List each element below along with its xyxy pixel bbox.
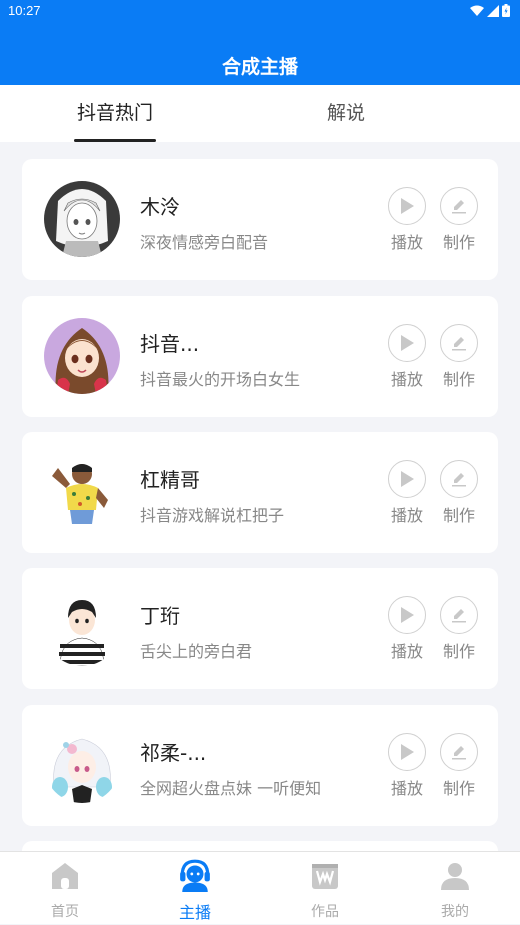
nav-works-label: 作品: [311, 904, 339, 920]
anchor-name: 祁柔-...: [140, 741, 207, 765]
nav-profile[interactable]: 我的: [390, 852, 520, 925]
status-bar: 10:27: [0, 0, 520, 24]
play-label: 播放: [390, 370, 423, 389]
status-icons: [470, 4, 510, 17]
anchor-description: 全网超火盘点妹 一听便知: [140, 779, 322, 798]
play-button[interactable]: 播放: [387, 324, 427, 390]
make-label: 制作: [442, 642, 475, 661]
page-title: 合成主播: [221, 56, 298, 78]
edit-icon: [452, 200, 466, 214]
make-button[interactable]: 制作: [439, 733, 479, 799]
status-time: 10:27: [8, 3, 41, 18]
anchor-list[interactable]: 木泠 深夜情感旁白配音 播放 制作 抖音... 抖音最火的开场白女生 播放 制作…: [0, 142, 520, 851]
edit-icon: [452, 473, 466, 487]
anchor-card[interactable]: 木泠 深夜情感旁白配音 播放 制作: [22, 159, 498, 280]
tab-commentary[interactable]: 解说: [246, 85, 446, 142]
home-icon: [52, 863, 78, 889]
headset-icon: [180, 859, 210, 892]
nav-anchor[interactable]: 主播: [130, 852, 260, 925]
signal-icon: [487, 4, 499, 17]
avatar: [44, 590, 120, 666]
tab-douyin-hot[interactable]: 抖音热门: [15, 85, 215, 142]
bottom-nav: 首页 主播 作品 我的: [0, 851, 520, 924]
avatar: [44, 181, 120, 257]
anchor-card[interactable]: 杠精哥 抖音游戏解说杠把子 播放 制作: [22, 432, 498, 553]
play-icon: [401, 744, 414, 760]
play-label: 播放: [390, 642, 423, 661]
make-button[interactable]: 制作: [439, 324, 479, 390]
avatar: [44, 727, 120, 803]
anchor-card[interactable]: 抖音... 抖音最火的开场白女生 播放 制作: [22, 296, 498, 417]
play-button[interactable]: 播放: [387, 460, 427, 526]
play-icon: [401, 607, 414, 623]
anchor-name: 丁珩: [140, 604, 180, 628]
edit-icon: [452, 746, 466, 760]
play-icon: [401, 335, 414, 351]
play-label: 播放: [390, 506, 423, 525]
nav-home-label: 首页: [51, 904, 79, 920]
play-label: 播放: [390, 779, 423, 798]
tab-bar: 抖音热门 解说: [0, 85, 520, 142]
app-bar: 合成主播: [0, 24, 520, 85]
anchor-name: 抖音...: [140, 332, 200, 356]
anchor-description: 抖音游戏解说杠把子: [140, 506, 285, 525]
avatar: [44, 318, 120, 394]
make-button[interactable]: 制作: [439, 596, 479, 662]
anchor-card[interactable]: 丁珩 舌尖上的旁白君 播放 制作: [22, 568, 498, 689]
play-button[interactable]: 播放: [387, 187, 427, 253]
edit-icon: [452, 609, 466, 623]
make-label: 制作: [442, 506, 475, 525]
anchor-name: 杠精哥: [140, 468, 200, 492]
make-button[interactable]: 制作: [439, 187, 479, 253]
play-icon: [401, 471, 414, 487]
play-button[interactable]: 播放: [387, 733, 427, 799]
avatar: [44, 454, 120, 530]
profile-icon: [441, 863, 469, 890]
nav-home[interactable]: 首页: [0, 852, 130, 925]
make-label: 制作: [442, 779, 475, 798]
play-label: 播放: [390, 233, 423, 252]
nav-works[interactable]: 作品: [260, 852, 390, 925]
anchor-description: 舌尖上的旁白君: [140, 642, 253, 661]
anchor-card[interactable]: [22, 841, 498, 851]
make-label: 制作: [442, 370, 475, 389]
battery-icon: [502, 4, 510, 17]
anchor-description: 抖音最火的开场白女生: [140, 370, 301, 389]
anchor-card[interactable]: 祁柔-... 全网超火盘点妹 一听便知 播放 制作: [22, 705, 498, 826]
play-icon: [401, 198, 414, 214]
anchor-name: 木泠: [140, 195, 180, 219]
play-button[interactable]: 播放: [387, 596, 427, 662]
make-button[interactable]: 制作: [439, 460, 479, 526]
edit-icon: [452, 337, 466, 351]
nav-profile-label: 我的: [441, 904, 469, 920]
nav-anchor-label: 主播: [178, 903, 211, 922]
wifi-icon: [470, 5, 484, 16]
make-label: 制作: [442, 233, 475, 252]
works-icon: [312, 864, 338, 889]
anchor-description: 深夜情感旁白配音: [140, 233, 269, 252]
